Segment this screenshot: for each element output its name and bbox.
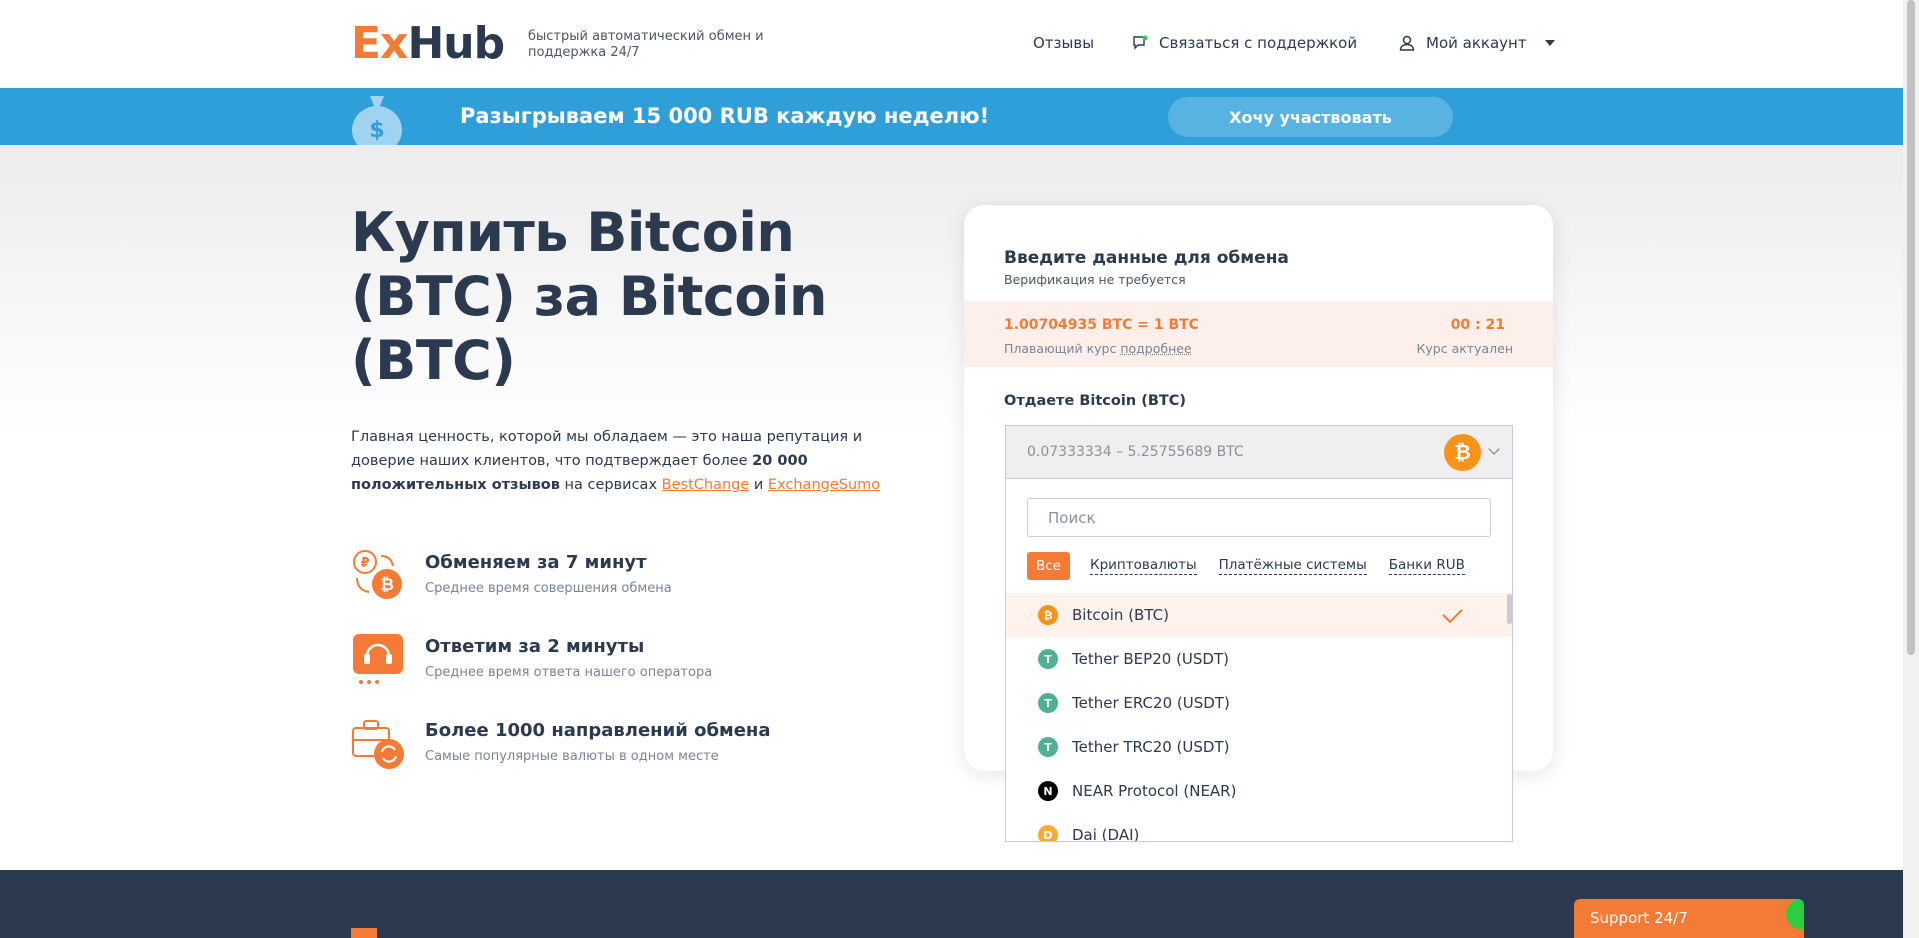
currency-option-label: NEAR Protocol (NEAR) [1072,782,1237,800]
give-currency-label: Отдаете Bitcoin (BTC) [1004,393,1187,409]
nav-account-menu[interactable]: Мой аккаунт [1398,34,1555,52]
currency-search-input[interactable] [1027,498,1491,537]
nav-support-link[interactable]: Связаться с поддержкой [1131,34,1357,52]
exchangesumo-link[interactable]: ExchangeSumo [768,477,880,493]
rate-panel: 1.00704935 BTC = 1 BTC Плавающий курс по… [964,301,1553,367]
tether-icon: T [1038,649,1058,669]
currency-option[interactable]: N NEAR Protocol (NEAR) [1006,769,1512,813]
user-icon [1399,35,1415,51]
currency-option-label: Tether BEP20 (USDT) [1072,650,1229,668]
checkmark-icon [1442,602,1463,624]
tether-icon: T [1038,737,1058,757]
online-indicator-icon [1786,899,1804,929]
bitcoin-icon: ₿ [1038,605,1058,625]
feature-directions: Более 1000 направлений обмена Самые попу… [351,716,871,776]
filter-all[interactable]: Все [1027,552,1070,580]
give-currency-select[interactable]: 0.07333334 – 5.25755689 BTC ₿ [1005,425,1513,479]
hero-section: Купить Bitcoin (BTC) за Bitcoin (BTC) Гл… [0,145,1903,870]
feature-subtitle: Среднее время совершения обмена [425,581,672,596]
currency-option-label: Tether TRC20 (USDT) [1072,738,1230,756]
form-title: Введите данные для обмена [1004,248,1289,268]
feature-subtitle: Среднее время ответа нашего оператора [425,665,713,680]
amount-range: 0.07333334 – 5.25755689 BTC [1027,444,1244,460]
form-subtitle: Верификация не требуется [1004,272,1186,287]
page-title: Купить Bitcoin (BTC) за Bitcoin (BTC) [351,201,827,392]
feature-title: Обменяем за 7 минут [425,552,647,573]
site-header: ExHub быстрый автоматический обмен и под… [0,0,1903,88]
bestchange-link[interactable]: BestChange [662,477,750,493]
filter-banks-rub[interactable]: Банки RUB [1388,557,1465,575]
currency-filter-tabs: Все Криптовалюты Платёжные системы Банки… [1027,552,1487,580]
logo-hub-text: Hub [407,18,505,69]
svg-text:₿: ₿ [380,575,394,595]
dai-icon: D [1038,825,1058,841]
chat-icon [1133,35,1148,50]
rate-timer: 00 : 21 [1450,317,1505,333]
promo-text: Разыгрываем 15 000 RUB каждую неделю! [460,104,990,128]
filter-payment-systems[interactable]: Платёжные системы [1218,557,1367,575]
nav-account-label: Мой аккаунт [1426,34,1527,52]
currency-option[interactable]: T Tether ERC20 (USDT) [1006,681,1512,725]
currency-option-label: Dai (DAI) [1072,826,1140,842]
rate-note: Плавающий курс подробнее [1004,341,1192,356]
tagline: быстрый автоматический обмен и поддержка… [528,29,764,60]
exhub-logo[interactable]: ExHub [351,18,505,69]
briefcase-exchange-icon [352,720,404,769]
support-chat-tab[interactable]: Support 24/7 [1574,899,1804,938]
rate-timer-note: Курс актуален [1416,341,1513,356]
support-headset-icon [353,634,403,684]
footer-logo [351,928,377,938]
feature-subtitle: Самые популярные валюты в одном месте [425,749,719,764]
exchange-rate: 1.00704935 BTC = 1 BTC [1004,317,1199,333]
rate-details-link[interactable]: подробнее [1120,341,1191,356]
feature-title: Ответим за 2 минуты [425,636,645,657]
currency-option[interactable]: D Dai (DAI) [1006,813,1512,842]
currency-list: ₿ Bitcoin (BTC) T Tether BEP20 (USDT) T Tethe… [1006,593,1512,842]
filter-crypto[interactable]: Криптовалюты [1090,557,1197,575]
promo-banner: $ Разыгрываем 15 000 RUB каждую неделю! … [0,88,1903,145]
nav-reviews-link[interactable]: Отзывы [1033,34,1094,52]
feature-support: Ответим за 2 минуты Среднее время ответа… [351,632,871,692]
currency-dropdown: Все Криптовалюты Платёжные системы Банки… [1005,479,1513,842]
tether-icon: T [1038,693,1058,713]
money-bag-icon: $ [350,92,404,145]
svg-text:$: $ [369,118,384,143]
logo-ex-text: Ex [351,18,408,69]
page-scrollbar[interactable] [1903,0,1919,938]
feature-title: Более 1000 направлений обмена [425,720,771,741]
exchange-time-icon: ₽₿ [353,550,402,599]
feature-speed: ₽ ₿ Обменяем за 7 минут Среднее время сов… [351,548,871,608]
near-icon: N [1038,781,1058,801]
currency-option[interactable]: T Tether TRC20 (USDT) [1006,725,1512,769]
chevron-down-icon [1544,40,1555,46]
hero-description: Главная ценность, которой мы обладаем — … [351,429,881,493]
svg-text:₽: ₽ [360,556,369,571]
bitcoin-icon: ₿ [1444,434,1481,471]
currency-option[interactable]: ₿ Bitcoin (BTC) [1006,593,1512,637]
chevron-down-icon[interactable] [1488,443,1500,455]
participate-button[interactable]: Хочу участвовать [1168,97,1453,137]
currency-option-label: Tether ERC20 (USDT) [1072,694,1230,712]
support-tab-label: Support 24/7 [1590,909,1688,927]
nav-support-label: Связаться с поддержкой [1159,34,1358,52]
currency-option[interactable]: T Tether BEP20 (USDT) [1006,637,1512,681]
currency-option-label: Bitcoin (BTC) [1072,606,1169,624]
page-scrollbar-thumb[interactable] [1907,0,1915,655]
dropdown-scrollbar[interactable] [1507,594,1512,624]
